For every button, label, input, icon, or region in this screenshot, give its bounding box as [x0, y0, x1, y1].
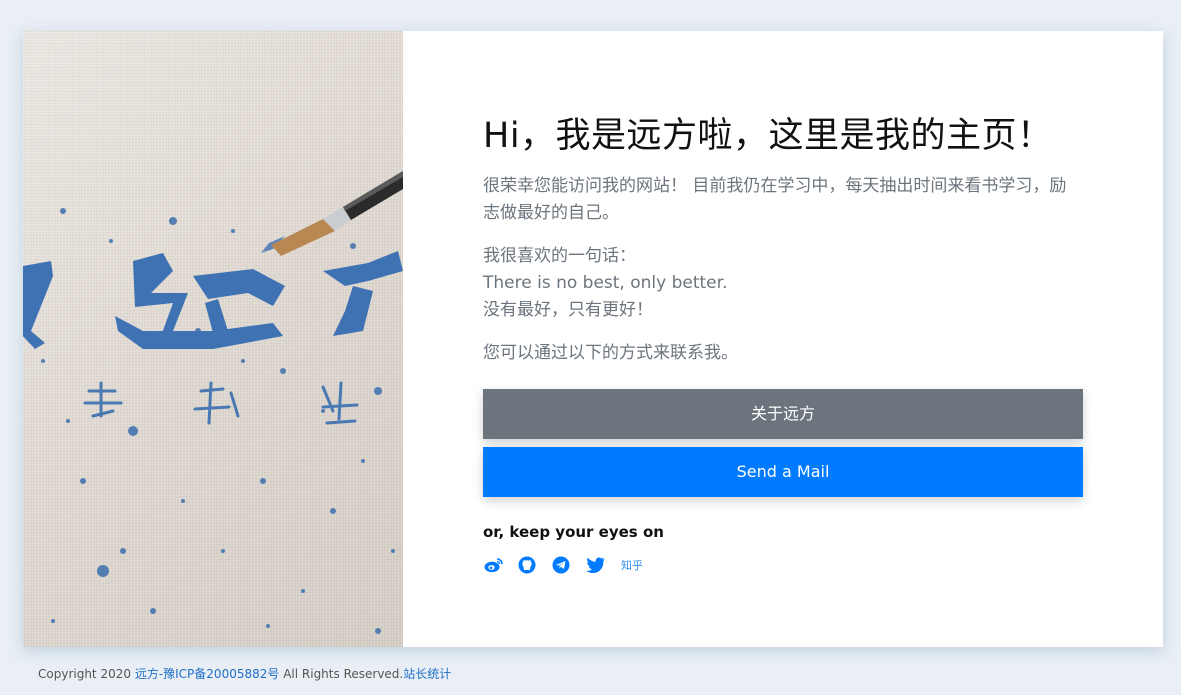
quote-lead: 我很喜欢的一句话：: [483, 246, 636, 266]
about-button[interactable]: 关于远方: [483, 389, 1083, 439]
twitter-icon[interactable]: [585, 555, 605, 575]
stats-link[interactable]: 站长统计: [403, 667, 451, 681]
footer: Copyright 2020 远方-豫ICP备20005882号 All Rig…: [38, 665, 451, 682]
send-mail-button[interactable]: Send a Mail: [483, 447, 1083, 497]
icp-link[interactable]: 远方-豫ICP备20005882号: [135, 667, 280, 681]
weibo-icon[interactable]: [483, 555, 503, 575]
social-links: 知乎: [483, 555, 1083, 575]
github-icon[interactable]: [517, 555, 537, 575]
quote-chinese: 没有最好，只有更好！: [483, 300, 653, 320]
calligraphy-illustration: [23, 171, 403, 634]
main-card: Hi，我是远方啦，这里是我的主页！ 很荣幸您能访问我的网站！ 目前我仍在学习中，…: [23, 31, 1163, 647]
intro-text: 很荣幸您能访问我的网站！ 目前我仍在学习中，每天抽出时间来看书学习，励志做最好的…: [483, 176, 1067, 223]
rights-text: All Rights Reserved.: [279, 667, 404, 681]
zhihu-link[interactable]: 知乎: [621, 557, 643, 573]
quote-english: There is no best, only better.: [483, 273, 728, 293]
social-heading: or, keep your eyes on: [483, 523, 664, 541]
copyright-text: Copyright 2020: [38, 667, 135, 681]
hero-image: [23, 31, 403, 647]
quote-block: 我很喜欢的一句话： There is no best, only better.…: [483, 243, 1083, 324]
page-title: Hi，我是远方啦，这里是我的主页！: [483, 116, 1053, 156]
telegram-icon[interactable]: [551, 555, 571, 575]
intro-section: Hi，我是远方啦，这里是我的主页！ 很荣幸您能访问我的网站！ 目前我仍在学习中，…: [483, 113, 1083, 575]
contact-text: 您可以通过以下的方式来联系我。: [483, 343, 738, 363]
